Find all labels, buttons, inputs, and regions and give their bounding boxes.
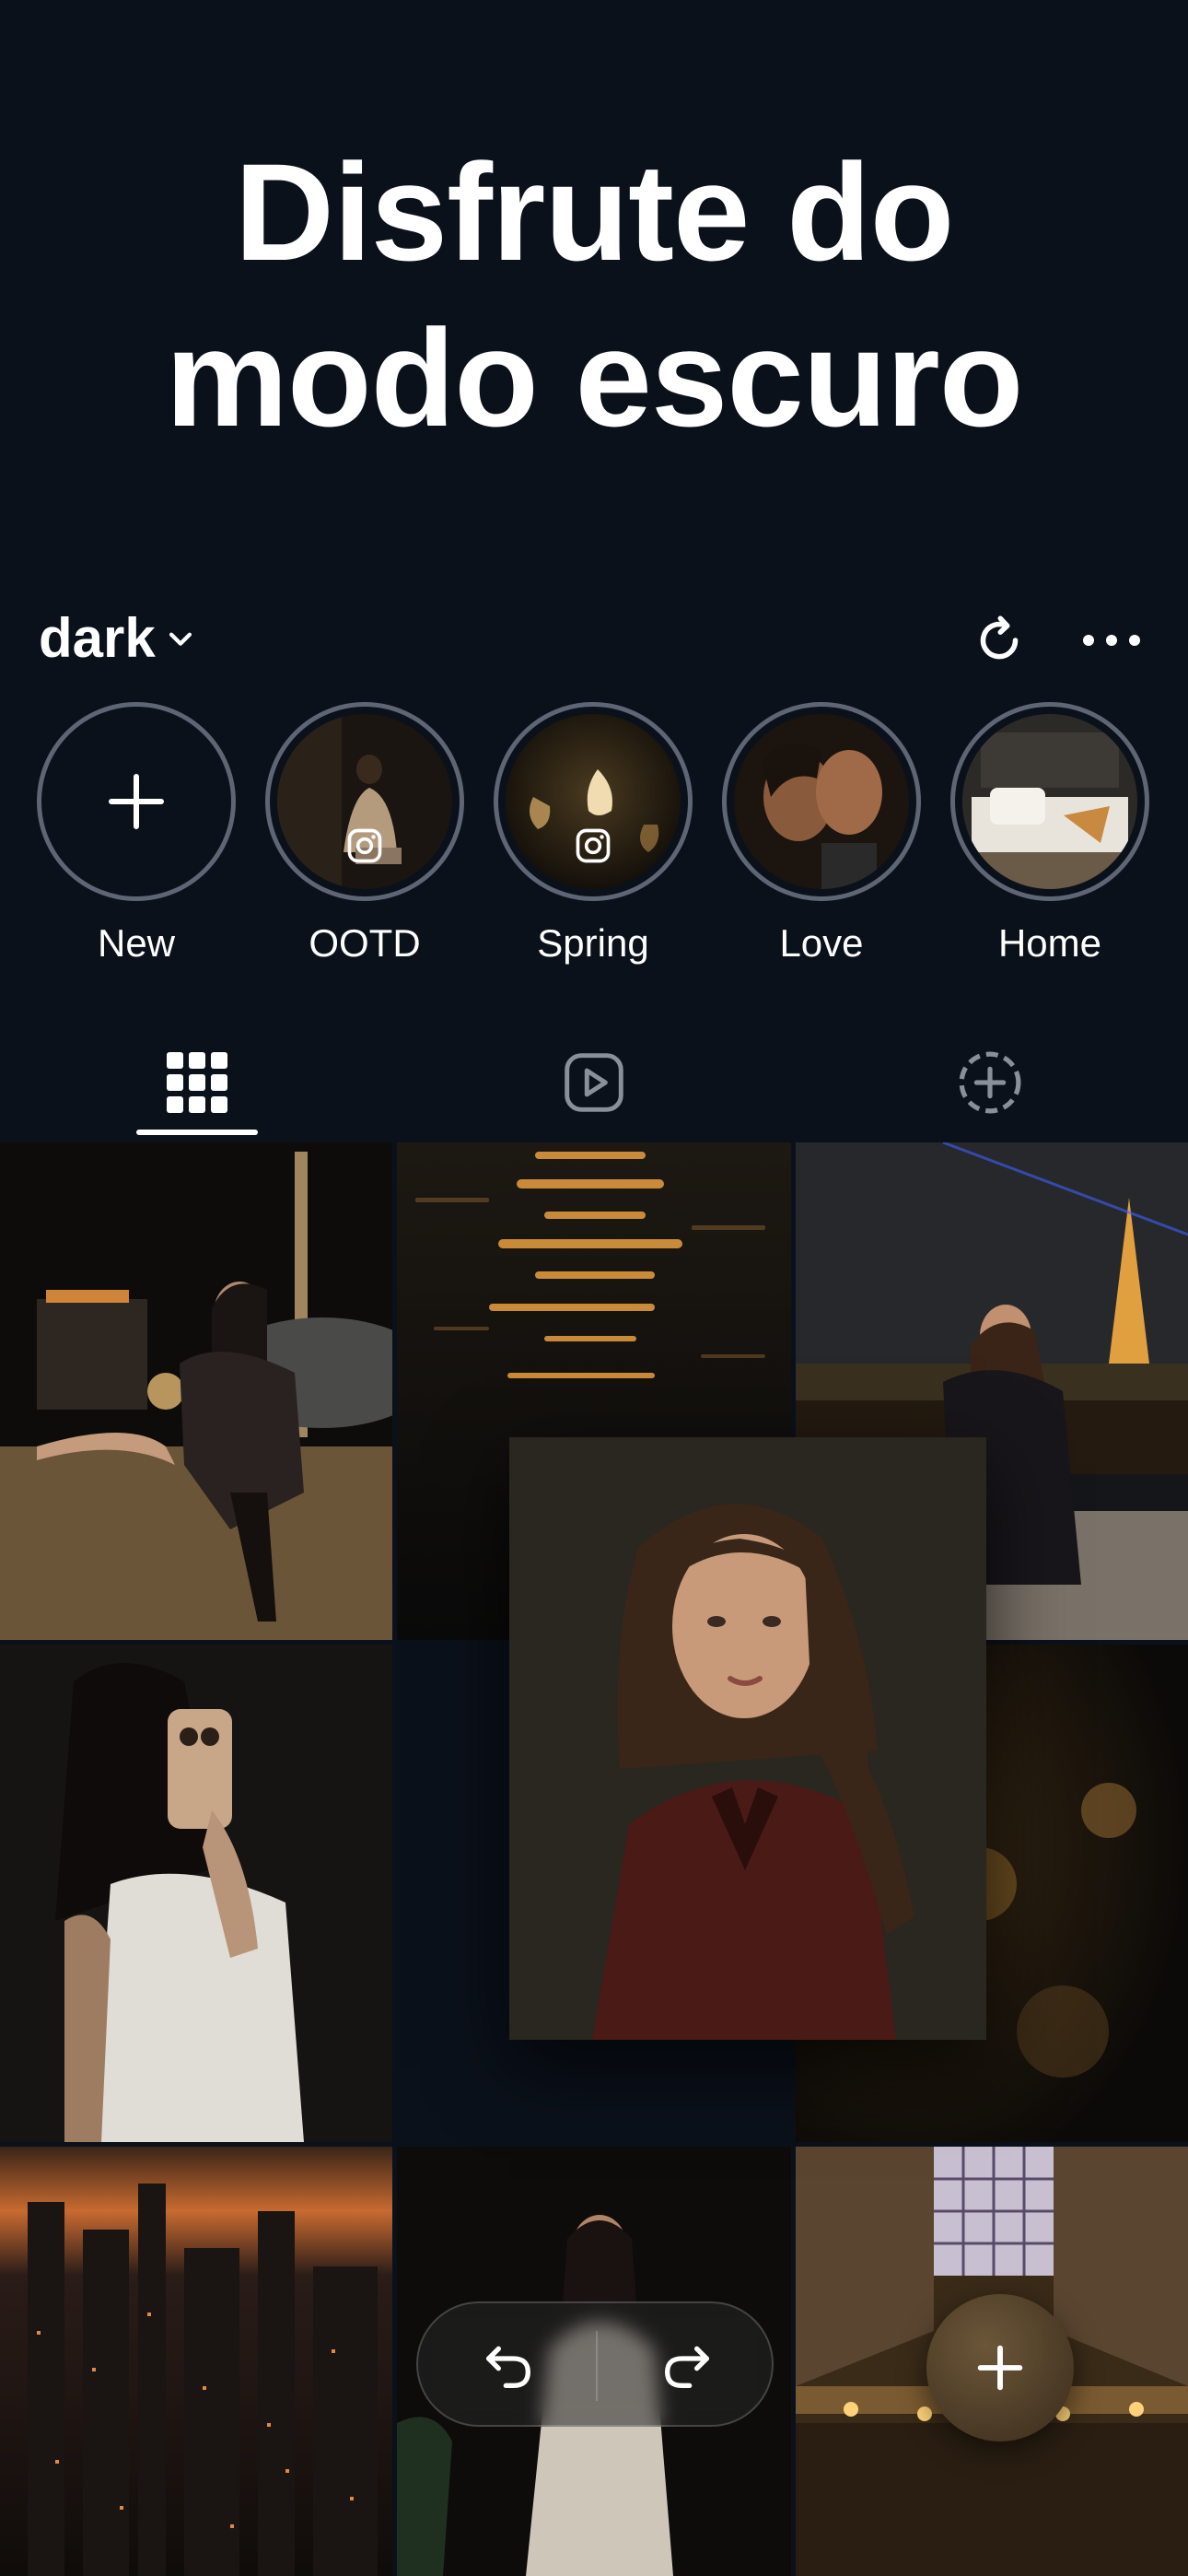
add-post-button[interactable] (926, 2294, 1074, 2441)
more-button[interactable] (1079, 608, 1144, 673)
highlight-ring (950, 702, 1149, 901)
undo-redo-bar (416, 2301, 774, 2427)
profile-tabs (0, 1023, 1188, 1142)
highlight-cover (277, 714, 452, 889)
active-tab-indicator (136, 1130, 258, 1135)
instagram-icon (576, 828, 611, 863)
highlight-spring[interactable]: Spring (492, 702, 694, 966)
highlight-ootd[interactable]: OOTD (263, 702, 466, 966)
headline-line-1: Disfrute do (234, 135, 955, 289)
refresh-icon (980, 615, 1019, 660)
highlight-cover (962, 714, 1137, 889)
profile-switcher[interactable]: dark (39, 606, 196, 670)
redo-icon (664, 2346, 709, 2388)
refresh-button[interactable] (967, 608, 1031, 673)
instagram-icon (347, 828, 382, 863)
add-circle-icon (959, 1051, 1021, 1114)
grid-photo[interactable] (0, 1142, 392, 1640)
highlight-home[interactable]: Home (949, 702, 1151, 966)
highlight-ring (37, 702, 236, 901)
grid-icon (167, 1052, 227, 1113)
tab-grid[interactable] (133, 1023, 262, 1142)
undo-button[interactable] (473, 2331, 543, 2401)
more-icon (1083, 635, 1140, 646)
divider (596, 2331, 598, 2401)
redo-button[interactable] (652, 2331, 722, 2401)
tab-reels[interactable] (530, 1023, 658, 1142)
highlight-cover (506, 714, 681, 889)
highlight-label: Home (997, 921, 1102, 965)
highlight-ring (494, 702, 693, 901)
grid-photo[interactable] (0, 1645, 392, 2142)
tab-add[interactable] (926, 1023, 1054, 1142)
grid-photo[interactable] (0, 2147, 392, 2576)
headline-line-2: modo escuro (165, 300, 1024, 455)
plus-icon (977, 2345, 1023, 2391)
chevron-down-icon (169, 632, 192, 646)
story-highlights: New OOTD Spring Love Home (0, 702, 1188, 978)
highlight-ring (265, 702, 464, 901)
dragged-photo[interactable] (509, 1437, 986, 2040)
highlight-cover (734, 714, 909, 889)
highlight-label: Spring (537, 921, 649, 965)
highlight-label: New (97, 921, 176, 965)
plus-icon (109, 774, 164, 829)
highlight-label: OOTD (309, 921, 421, 965)
profile-header: dark (0, 590, 1188, 691)
undo-icon (486, 2346, 531, 2388)
profile-name: dark (39, 607, 156, 669)
highlight-ring (722, 702, 921, 901)
highlight-label: Love (779, 921, 864, 965)
highlight-new[interactable]: New (35, 702, 238, 966)
headline: Disfrute do modo escuro (0, 129, 1188, 461)
reels-icon (565, 1053, 623, 1112)
highlight-love[interactable]: Love (720, 702, 923, 966)
